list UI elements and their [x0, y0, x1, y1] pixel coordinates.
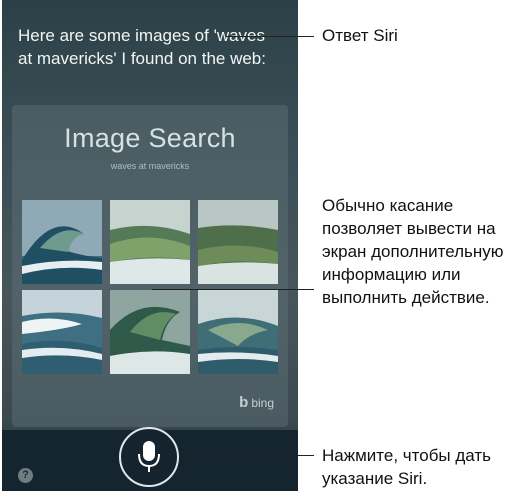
wave-image-4[interactable]: [22, 290, 102, 374]
wave-image-6[interactable]: [198, 290, 278, 374]
callout-tap-info: Обычно касание позволяет вывести на экра…: [322, 196, 504, 307]
bing-b-icon: b: [239, 394, 249, 411]
callout-siri-answer: Ответ Siri: [322, 26, 398, 45]
wave-image-5[interactable]: [110, 290, 190, 374]
siri-response-text: Here are some images of 'waves at maveri…: [18, 26, 266, 68]
siri-screen: Here are some images of 'waves at maveri…: [2, 0, 298, 491]
card-subtitle: waves at mavericks: [110, 161, 190, 171]
siri-mic-button[interactable]: [119, 427, 179, 487]
wave-image-1[interactable]: [22, 200, 102, 284]
help-icon[interactable]: ?: [18, 468, 33, 483]
image-search-card[interactable]: Image Search waves at mavericks b bing: [12, 105, 288, 427]
callout-line-siri-answer: [226, 36, 314, 37]
bing-logo: b bing: [239, 394, 274, 411]
wave-image-2[interactable]: [110, 200, 190, 284]
callout-line-tap-info: [152, 289, 314, 290]
callout-tap-mic: Нажмите, чтобы дать указание Siri.: [322, 446, 492, 488]
callout-line-tap-mic: [180, 455, 314, 456]
card-title: Image Search: [64, 123, 236, 153]
wave-image-3[interactable]: [198, 200, 278, 284]
microphone-icon: [138, 441, 160, 472]
